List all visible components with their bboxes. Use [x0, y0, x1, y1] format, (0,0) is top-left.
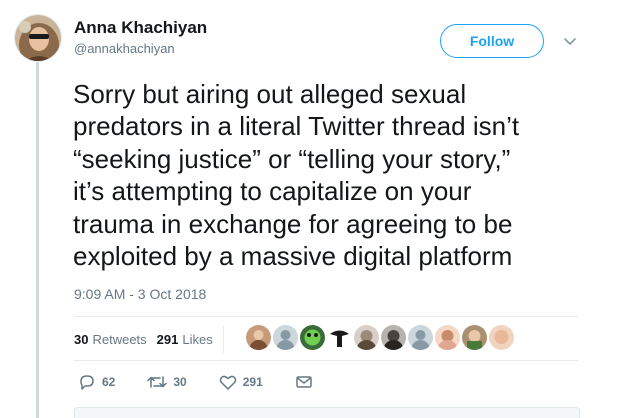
liker-avatar[interactable]: [408, 325, 433, 350]
tweet-actions: 62 30 291: [78, 373, 351, 391]
avatar[interactable]: [14, 14, 62, 62]
likes-count: 291: [156, 331, 179, 347]
retweets-count: 30: [74, 331, 89, 347]
tweet-stats: 30 Retweets 291 Likes: [74, 325, 234, 353]
heart-icon: [219, 375, 236, 390]
chevron-down-icon[interactable]: [560, 32, 580, 52]
tweet-card: Anna Khachiyan @annakhachiyan Follow Sor…: [0, 0, 620, 418]
follow-button[interactable]: Follow: [440, 24, 544, 58]
stats-separator: [222, 325, 224, 353]
thread-line: [36, 56, 39, 418]
liker-avatar[interactable]: [435, 325, 460, 350]
retweet-button[interactable]: 30: [147, 373, 187, 391]
reply-input[interactable]: [74, 407, 580, 418]
likes-stat[interactable]: 291 Likes: [157, 332, 213, 347]
reply-icon: [80, 375, 94, 390]
liker-avatar[interactable]: [381, 325, 406, 350]
reply-button[interactable]: 62: [78, 373, 115, 391]
like-button[interactable]: 291: [219, 373, 263, 391]
reply-count: 62: [102, 375, 116, 389]
liker-avatar[interactable]: [354, 325, 379, 350]
liker-avatar[interactable]: [300, 325, 325, 350]
divider: [74, 316, 578, 317]
retweet-count: 30: [173, 375, 187, 389]
liker-avatar[interactable]: [489, 325, 514, 350]
retweet-icon: [147, 376, 168, 388]
like-count: 291: [242, 375, 263, 389]
author-name[interactable]: Anna Khachiyan: [74, 18, 207, 38]
tweet-text: Sorry but airing out alleged sexual pred…: [73, 79, 520, 272]
liker-avatars: [246, 325, 516, 350]
liker-avatar[interactable]: [246, 325, 271, 350]
tweet-timestamp[interactable]: 9:09 AM - 3 Oct 2018: [74, 286, 206, 302]
likes-label: Likes: [182, 331, 213, 347]
envelope-icon: [296, 376, 312, 388]
divider: [74, 360, 578, 361]
liker-avatar[interactable]: [327, 325, 352, 350]
retweets-label: Retweets: [92, 331, 147, 347]
liker-avatar[interactable]: [273, 325, 298, 350]
retweets-stat[interactable]: 30 Retweets: [74, 332, 147, 347]
liker-avatar[interactable]: [462, 325, 487, 350]
dm-button[interactable]: [295, 373, 319, 391]
author-handle[interactable]: @annakhachiyan: [74, 41, 175, 56]
